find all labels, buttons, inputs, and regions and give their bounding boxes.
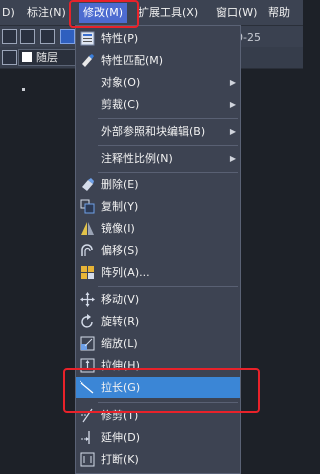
- modify-dropdown-menu: 特性(P) 特性匹配(M) 对象(O) ▶ 剪裁(C) ▶ 外部参照和块编辑(B…: [75, 25, 241, 474]
- menu-modify[interactable]: 修改(M): [79, 3, 128, 23]
- dimension-icon[interactable]: [20, 29, 35, 44]
- menu-item-label: 延伸(D): [101, 431, 141, 444]
- submenu-arrow-icon: ▶: [229, 100, 236, 109]
- submenu-arrow-icon: ▶: [229, 127, 236, 136]
- menu-item-object[interactable]: 对象(O) ▶: [76, 72, 240, 93]
- menu-item-label: 阵列(A)...: [101, 266, 150, 279]
- menu-item-xref-block-edit[interactable]: 外部参照和块编辑(B) ▶: [76, 121, 240, 142]
- move-icon: [80, 292, 95, 307]
- properties-icon: [80, 31, 95, 46]
- stretch-icon: [80, 358, 95, 373]
- menu-separator: [98, 172, 238, 173]
- menu-item-label: 特性(P): [101, 32, 139, 45]
- menu-separator: [98, 402, 238, 403]
- menu-item-move[interactable]: 移动(V): [76, 289, 240, 310]
- scale-field[interactable]: 0-25: [236, 30, 303, 45]
- erase-icon: [82, 178, 94, 191]
- help-icon[interactable]: [60, 29, 75, 44]
- menu-dimension[interactable]: 标注(N): [27, 3, 66, 23]
- submenu-arrow-icon: ▶: [229, 154, 236, 163]
- menu-item-mirror[interactable]: 镜像(I): [76, 218, 240, 239]
- menu-item-label: 剪裁(C): [101, 98, 140, 111]
- menu-item-label: 旋转(R): [101, 315, 140, 328]
- menu-item-label: 外部参照和块编辑(B): [101, 125, 206, 138]
- menu-item-label: 拉长(G): [101, 381, 141, 394]
- menu-item-label: 打断(K): [101, 453, 139, 466]
- menu-item-extend[interactable]: 延伸(D): [76, 427, 240, 448]
- menu-help[interactable]: 帮助: [268, 3, 290, 23]
- menu-item-lengthen[interactable]: 拉长(G): [76, 377, 240, 398]
- menu-item-match-properties[interactable]: 特性匹配(M): [76, 50, 240, 71]
- menu-item-scale[interactable]: 缩放(L): [76, 333, 240, 354]
- menu-item-label: 移动(V): [101, 293, 140, 306]
- menu-bar: D) 标注(N) 修改(M) 扩展工具(X) 窗口(W) 帮助: [0, 0, 303, 26]
- menu-extended-tools[interactable]: 扩展工具(X): [138, 3, 198, 23]
- layer-selector[interactable]: 随层: [18, 49, 76, 66]
- submenu-arrow-icon: ▶: [229, 78, 236, 87]
- layer-icon[interactable]: [2, 50, 17, 65]
- menu-item-label: 镜像(I): [101, 222, 135, 235]
- menu-window[interactable]: 窗口(W): [216, 3, 257, 23]
- menu-item-annotative-scale[interactable]: 注释性比例(N) ▶: [76, 148, 240, 169]
- canvas-cursor-mark: [22, 88, 25, 91]
- rotate-icon: [81, 314, 93, 328]
- grid-icon[interactable]: [2, 29, 17, 44]
- offset-icon: [81, 244, 93, 256]
- color-swatch: [22, 52, 32, 62]
- menu-partial-item[interactable]: D): [2, 3, 15, 23]
- menu-item-label: 修剪(T): [101, 409, 139, 422]
- menu-item-label: 注释性比例(N): [101, 152, 173, 165]
- menu-separator: [98, 286, 238, 287]
- menu-item-break[interactable]: 打断(K): [76, 449, 240, 470]
- scale-icon: [80, 336, 95, 351]
- menu-item-label: 删除(E): [101, 178, 139, 191]
- trim-icon: [81, 408, 93, 423]
- break-icon: [80, 452, 95, 467]
- array-icon: [81, 266, 94, 279]
- menu-item-trim[interactable]: 修剪(T): [76, 405, 240, 426]
- match-properties-icon: [82, 54, 94, 67]
- menu-item-erase[interactable]: 删除(E): [76, 174, 240, 195]
- menu-item-label: 拉伸(H): [101, 359, 140, 372]
- menu-item-label: 缩放(L): [101, 337, 138, 350]
- menu-item-copy[interactable]: 复制(Y): [76, 196, 240, 217]
- text-icon[interactable]: [40, 29, 55, 44]
- menu-separator: [98, 145, 238, 146]
- menu-item-label: 特性匹配(M): [101, 54, 164, 67]
- menu-item-clip[interactable]: 剪裁(C) ▶: [76, 94, 240, 115]
- menu-separator: [98, 118, 238, 119]
- menu-item-label: 偏移(S): [101, 244, 139, 257]
- copy-icon: [80, 199, 95, 214]
- menu-item-stretch[interactable]: 拉伸(H): [76, 355, 240, 376]
- menu-item-properties[interactable]: 特性(P): [76, 28, 240, 49]
- menu-item-offset[interactable]: 偏移(S): [76, 240, 240, 261]
- mirror-icon: [81, 222, 94, 235]
- menu-item-label: 复制(Y): [101, 200, 139, 213]
- extend-icon: [81, 431, 90, 444]
- menu-item-rotate[interactable]: 旋转(R): [76, 311, 240, 332]
- layer-label: 随层: [36, 51, 58, 64]
- menu-item-array[interactable]: 阵列(A)...: [76, 262, 240, 283]
- menu-item-label: 对象(O): [101, 76, 141, 89]
- lengthen-icon: [80, 380, 94, 394]
